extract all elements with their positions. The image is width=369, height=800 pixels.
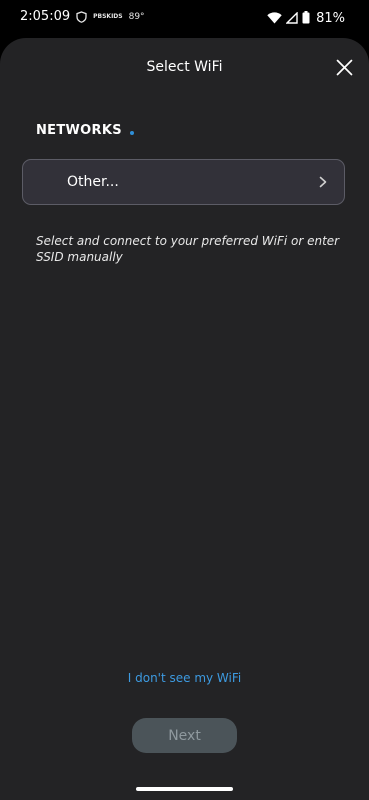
networks-section-label: NETWORKS xyxy=(36,123,122,138)
select-wifi-sheet: Select WiFi NETWORKS Other... Select and… xyxy=(0,38,369,800)
app-badge-text: PBSKIDS xyxy=(93,13,123,20)
loading-indicator xyxy=(130,131,134,135)
chevron-right-icon xyxy=(316,174,330,190)
close-icon xyxy=(336,59,353,80)
home-indicator[interactable] xyxy=(136,787,233,791)
help-text: Select and connect to your preferred WiF… xyxy=(36,234,340,264)
close-button[interactable] xyxy=(332,57,356,81)
temperature: 89° xyxy=(128,11,145,22)
next-button[interactable]: Next xyxy=(132,718,237,753)
cell-signal-icon xyxy=(285,9,298,28)
wifi-icon xyxy=(267,9,282,28)
dont-see-wifi-link[interactable]: I don't see my WiFi xyxy=(0,671,369,685)
status-time: 2:05:09 xyxy=(20,9,71,24)
battery-icon xyxy=(302,9,310,28)
network-item-other[interactable]: Other... xyxy=(22,159,345,205)
status-bar: 2:05:09 PBSKIDS 89° 81% xyxy=(0,0,369,36)
sheet-title: Select WiFi xyxy=(146,59,223,75)
shield-icon xyxy=(76,10,87,23)
status-left: 2:05:09 PBSKIDS 89° xyxy=(20,9,145,24)
battery-percent: 81% xyxy=(316,11,345,26)
network-item-label: Other... xyxy=(67,174,119,190)
status-right: 81% xyxy=(267,9,345,28)
